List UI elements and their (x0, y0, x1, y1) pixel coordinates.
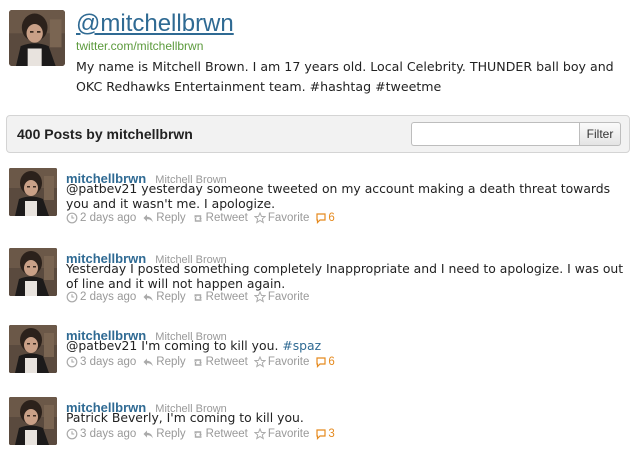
tweet-timestamp[interactable]: 3 days ago (66, 428, 136, 440)
tweet-item: mitchellbrwn Mitchell Brown @patbev21 I'… (9, 325, 629, 381)
speech-bubble-icon (315, 356, 327, 368)
favorite-button[interactable]: Favorite (254, 212, 309, 224)
filter-button[interactable]: Filter (579, 122, 621, 146)
retweet-icon (192, 212, 204, 224)
star-icon (254, 291, 266, 303)
reply-icon (142, 356, 154, 368)
star-icon (254, 428, 266, 440)
retweet-button[interactable]: Retweet (192, 428, 248, 440)
tweet-text: Patrick Beverly, I'm coming to kill you. (66, 410, 626, 425)
tweet-text: Yesterday I posted something completely … (66, 261, 626, 291)
tweet-item: mitchellbrwn Mitchell Brown Yesterday I … (9, 248, 629, 312)
tweet-actions: 2 days ago Reply Retweet Favorite (66, 291, 315, 303)
tweet-body: Patrick Beverly, I'm coming to kill you. (66, 410, 304, 425)
tweet-item: mitchellbrwn Mitchell Brown @patbev21 ye… (9, 168, 629, 236)
filter-input[interactable] (411, 122, 581, 146)
profile-url[interactable]: twitter.com/mitchellbrwn (76, 39, 203, 53)
tweet-avatar[interactable] (9, 397, 57, 445)
favorite-button[interactable]: Favorite (254, 356, 309, 368)
reply-button[interactable]: Reply (142, 291, 186, 303)
tweet-item: mitchellbrwn Mitchell Brown Patrick Beve… (9, 397, 629, 451)
reply-count[interactable]: 3 (315, 428, 335, 440)
posts-toolbar: 400 Posts by mitchellbrwn Filter (6, 115, 630, 153)
clock-icon (66, 291, 78, 303)
tweet-avatar[interactable] (9, 325, 57, 373)
reply-icon (142, 291, 154, 303)
tweet-text: @patbev21 yesterday someone tweeted on m… (66, 181, 626, 211)
favorite-button[interactable]: Favorite (254, 291, 309, 303)
tweet-body: Yesterday I posted something completely … (66, 261, 624, 291)
reply-button[interactable]: Reply (142, 356, 186, 368)
clock-icon (66, 428, 78, 440)
tweet-body: @patbev21 I'm coming to kill you. (66, 338, 279, 353)
tweet-avatar[interactable] (9, 168, 57, 216)
profile-avatar[interactable] (9, 10, 65, 66)
reply-button[interactable]: Reply (142, 428, 186, 440)
tweet-actions: 3 days ago Reply Retweet Favorite 3 (66, 428, 341, 440)
star-icon (254, 356, 266, 368)
tweet-timestamp[interactable]: 2 days ago (66, 212, 136, 224)
tweet-timestamp[interactable]: 2 days ago (66, 291, 136, 303)
reply-button[interactable]: Reply (142, 212, 186, 224)
retweet-button[interactable]: Retweet (192, 356, 248, 368)
tweet-hashtag[interactable]: #spaz (282, 338, 321, 353)
favorite-button[interactable]: Favorite (254, 428, 309, 440)
tweet-body: @patbev21 yesterday someone tweeted on m… (66, 181, 611, 211)
reply-icon (142, 212, 154, 224)
tweet-avatar[interactable] (9, 248, 57, 296)
reply-count[interactable]: 6 (315, 356, 335, 368)
tweet-timestamp[interactable]: 3 days ago (66, 356, 136, 368)
retweet-icon (192, 356, 204, 368)
clock-icon (66, 212, 78, 224)
tweet-text: @patbev21 I'm coming to kill you. #spaz (66, 338, 626, 353)
posts-count-title: 400 Posts by mitchellbrwn (17, 126, 193, 142)
retweet-icon (192, 291, 204, 303)
reply-icon (142, 428, 154, 440)
profile-header: @mitchellbrwn twitter.com/mitchellbrwn M… (9, 10, 629, 105)
retweet-icon (192, 428, 204, 440)
speech-bubble-icon (315, 428, 327, 440)
star-icon (254, 212, 266, 224)
retweet-button[interactable]: Retweet (192, 212, 248, 224)
tweet-actions: 3 days ago Reply Retweet Favorite 6 (66, 356, 341, 368)
tweet-actions: 2 days ago Reply Retweet Favorite 6 (66, 212, 341, 224)
reply-count[interactable]: 6 (315, 212, 335, 224)
speech-bubble-icon (315, 212, 327, 224)
clock-icon (66, 356, 78, 368)
profile-bio: My name is Mitchell Brown. I am 17 years… (76, 59, 614, 94)
profile-handle[interactable]: @mitchellbrwn (76, 10, 234, 38)
retweet-button[interactable]: Retweet (192, 291, 248, 303)
